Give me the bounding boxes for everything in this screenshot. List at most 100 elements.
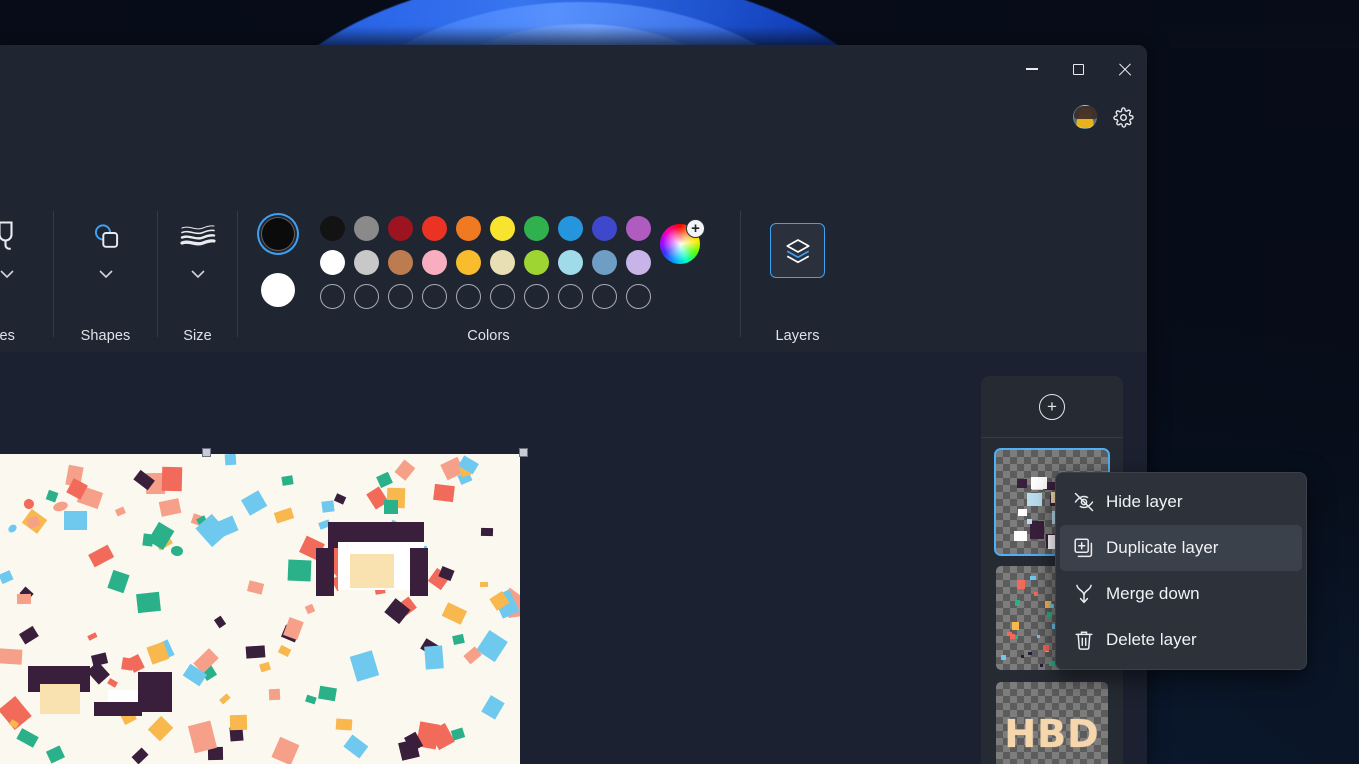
confetti-piece [135, 591, 160, 613]
confetti-piece [273, 507, 294, 524]
thumb-pixel [1017, 580, 1025, 590]
selection-handle-top[interactable] [202, 448, 211, 457]
confetti-piece [224, 454, 237, 466]
thumb-pixel [1040, 663, 1044, 667]
confetti-piece [88, 545, 115, 568]
shapes-button[interactable] [83, 213, 129, 259]
color-swatch-empty-5[interactable] [485, 279, 519, 313]
confetti-piece [21, 497, 36, 511]
layer-thumbnail-layer-hbd[interactable]: HBD [996, 682, 1108, 764]
confetti-piece [91, 652, 108, 667]
color-swatch-4[interactable] [451, 245, 485, 279]
close-icon [1118, 63, 1131, 76]
settings-button[interactable] [1107, 101, 1139, 133]
size-chevron[interactable] [184, 265, 212, 283]
menu-item-hide-layer[interactable]: Hide layer [1060, 479, 1302, 525]
confetti-piece [16, 593, 32, 605]
color-swatch-empty-8[interactable] [587, 279, 621, 313]
trash-icon [1072, 628, 1106, 652]
color-swatch-9[interactable] [621, 245, 655, 279]
layers-button[interactable] [770, 223, 825, 278]
color-swatch-8[interactable] [587, 211, 621, 245]
avatar[interactable] [1073, 105, 1098, 129]
color-dot [557, 283, 583, 309]
confetti-piece [107, 570, 130, 594]
confetti-piece [45, 490, 59, 504]
brushes-button[interactable] [0, 213, 30, 259]
color-swatch-0[interactable] [315, 245, 349, 279]
color-dot [387, 283, 413, 309]
color-swatch-7[interactable] [553, 211, 587, 245]
confetti-piece [0, 648, 22, 665]
primary-color-swatch [261, 217, 295, 251]
cat-pixel-block [316, 548, 334, 596]
thumb-pixel [1000, 655, 1007, 661]
ribbon-group-shapes: Shapes [54, 197, 157, 352]
add-layer-row: + [981, 376, 1123, 438]
brush-icon [0, 221, 13, 250]
color-swatch-empty-1[interactable] [349, 279, 383, 313]
color-swatch-1[interactable] [349, 211, 383, 245]
color-swatch-9[interactable] [621, 211, 655, 245]
menu-item-label: Merge down [1106, 584, 1200, 603]
color-swatch-empty-3[interactable] [417, 279, 451, 313]
color-swatch-empty-2[interactable] [383, 279, 417, 313]
color-swatch-0[interactable] [315, 211, 349, 245]
color-dot [625, 283, 651, 309]
custom-color-button[interactable]: + [657, 219, 705, 267]
color-swatch-7[interactable] [553, 245, 587, 279]
confetti-piece [283, 616, 304, 640]
wallpaper-fade [0, 0, 1359, 48]
maximize-button[interactable] [1055, 45, 1101, 93]
confetti-piece [277, 644, 292, 658]
color-swatch-empty-6[interactable] [519, 279, 553, 313]
menu-item-delete-layer[interactable]: Delete layer [1060, 617, 1302, 663]
ribbon-group-colors: + Colors [237, 197, 740, 352]
confetti-piece [450, 727, 466, 742]
confetti-piece [344, 734, 369, 758]
color-swatch-3[interactable] [417, 245, 451, 279]
color-swatch-empty-7[interactable] [553, 279, 587, 313]
confetti-piece [213, 615, 226, 629]
size-button[interactable] [175, 213, 221, 259]
color-dot [523, 283, 549, 309]
confetti-piece [423, 645, 444, 670]
thumb-pixel [1030, 575, 1036, 581]
color-swatch-8[interactable] [587, 245, 621, 279]
color-swatch-1[interactable] [349, 245, 383, 279]
color-dot [353, 283, 379, 309]
confetti-piece [245, 645, 266, 659]
confetti-piece [481, 695, 506, 720]
account-row [1073, 101, 1139, 133]
color-dot [455, 249, 481, 275]
primary-color-button[interactable] [255, 211, 301, 257]
confetti-piece [148, 715, 174, 741]
color-swatch-5[interactable] [485, 211, 519, 245]
color-dot [455, 283, 481, 309]
color-swatch-empty-4[interactable] [451, 279, 485, 313]
color-swatch-6[interactable] [519, 211, 553, 245]
menu-item-merge-down[interactable]: Merge down [1060, 571, 1302, 617]
color-swatch-3[interactable] [417, 211, 451, 245]
close-button[interactable] [1101, 45, 1147, 93]
selection-handle-top-right[interactable] [519, 448, 528, 457]
size-icon [179, 225, 216, 246]
color-swatch-2[interactable] [383, 245, 417, 279]
color-swatch-6[interactable] [519, 245, 553, 279]
add-layer-button[interactable]: + [1039, 393, 1065, 420]
color-swatch-2[interactable] [383, 211, 417, 245]
color-dot [319, 249, 345, 275]
desktop: shes Shapes [0, 0, 1359, 764]
secondary-color-button[interactable] [255, 267, 301, 313]
shapes-chevron[interactable] [92, 265, 120, 283]
confetti-piece [161, 466, 182, 491]
color-swatch-4[interactable] [451, 211, 485, 245]
brushes-chevron[interactable] [0, 265, 21, 283]
drawing-canvas[interactable] [0, 454, 520, 764]
color-swatch-empty-0[interactable] [315, 279, 349, 313]
menu-item-duplicate-layer[interactable]: Duplicate layer [1060, 525, 1302, 571]
minimize-button[interactable] [1009, 45, 1055, 93]
color-swatch-5[interactable] [485, 245, 519, 279]
color-swatch-empty-9[interactable] [621, 279, 655, 313]
thumb-pixel [1034, 592, 1039, 597]
